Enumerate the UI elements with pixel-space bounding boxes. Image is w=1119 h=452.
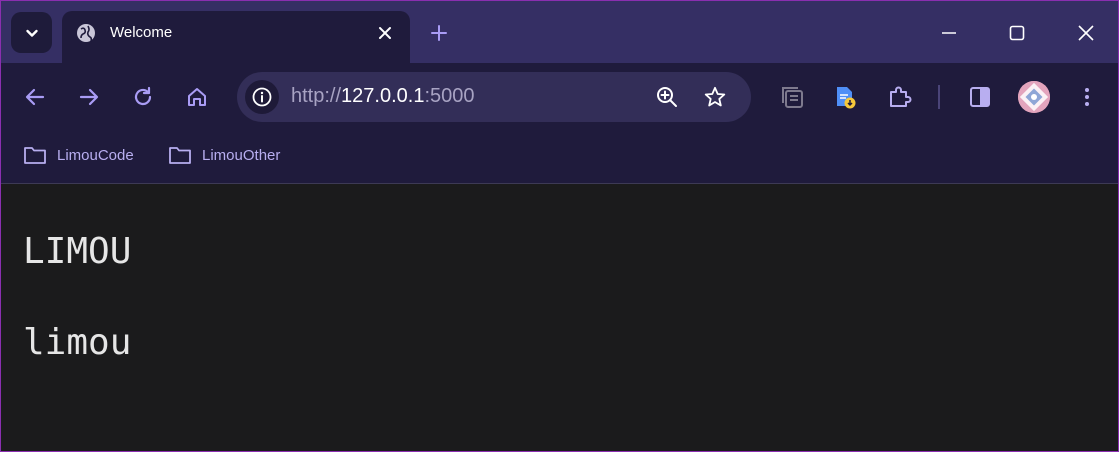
menu-button[interactable] [1073,83,1101,111]
close-icon [1078,25,1094,41]
toolbar: http://127.0.0.1:5000 [1,63,1118,131]
extensions-button[interactable] [885,83,913,111]
tab-manager-button[interactable] [778,83,806,111]
side-panel-button[interactable] [966,83,994,111]
reload-button[interactable] [129,83,157,111]
address-bar[interactable]: http://127.0.0.1:5000 [237,72,751,122]
url-text[interactable]: http://127.0.0.1:5000 [291,85,475,108]
close-icon [379,27,391,39]
tab-manager-icon [782,87,803,108]
home-button[interactable] [183,83,211,111]
page-heading-upper: LIMOU [23,231,132,272]
bookmark-label: LimouCode [57,146,134,164]
tab-search-button[interactable] [11,12,52,53]
close-window-button[interactable] [1068,15,1104,51]
maximize-button[interactable] [999,15,1035,51]
side-panel-icon [970,87,990,107]
bookmark-star-button[interactable] [701,83,729,111]
folder-icon [169,147,191,164]
page-heading-lower: limou [23,322,132,363]
globe-icon [76,23,96,43]
extension-document-button[interactable] [831,83,859,111]
avatar-icon [1018,81,1050,113]
forward-button[interactable] [75,83,103,111]
page-content: LIMOU limou [1,184,1118,451]
tab-strip: Welcome [1,1,1118,63]
tab-title: Welcome [110,24,173,41]
arrow-right-icon [79,88,99,106]
bookmarks-bar: LimouCode LimouOther [1,131,1118,184]
new-tab-button[interactable] [427,21,451,45]
folder-icon [24,147,46,164]
reload-icon [134,86,152,106]
bookmark-label: LimouOther [202,146,281,164]
zoom-in-icon [657,87,677,107]
maximize-icon [1009,25,1025,41]
home-icon [188,88,206,106]
arrow-left-icon [25,88,45,106]
profile-avatar[interactable] [1018,81,1050,113]
star-icon [704,86,726,107]
url-host: 127.0.0.1 [341,85,425,107]
url-scheme: http:// [291,85,342,107]
site-info-button[interactable] [245,80,279,114]
url-port: :5000 [424,85,475,107]
chevron-down-icon [25,29,38,37]
info-icon [252,87,272,107]
close-tab-button[interactable] [374,22,396,44]
more-vert-icon [1085,88,1089,106]
puzzle-icon [890,86,912,107]
bookmark-folder-limoucode[interactable]: LimouCode [23,143,134,167]
minimize-button[interactable] [931,15,967,51]
tab-welcome[interactable]: Welcome [62,11,410,63]
back-button[interactable] [21,83,49,111]
document-download-icon [837,87,856,109]
toolbar-divider [938,85,940,109]
plus-icon [431,25,447,41]
bookmark-folder-limouother[interactable]: LimouOther [168,143,280,167]
zoom-button[interactable] [653,83,681,111]
browser-window: Welcome http://127.0.0.1:5000 LimouCode … [0,0,1119,452]
minimize-icon [942,32,956,34]
